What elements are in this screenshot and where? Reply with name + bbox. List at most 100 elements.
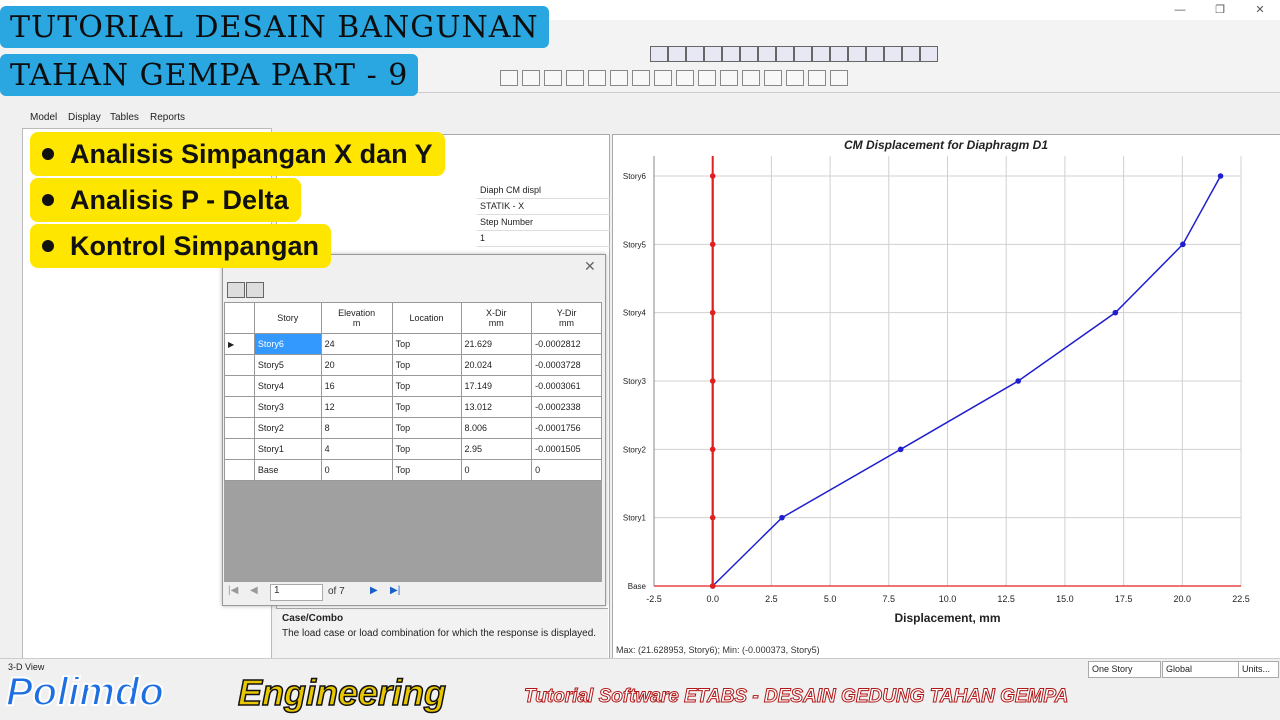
table-cell[interactable]: 16 xyxy=(320,375,393,397)
table-cell[interactable]: Top xyxy=(391,438,462,460)
toolbar-tool-icon[interactable] xyxy=(786,70,804,86)
toolbar-tool-icon[interactable] xyxy=(742,70,760,86)
table-cell[interactable]: 24 xyxy=(320,333,393,355)
column-header[interactable]: Story xyxy=(253,302,322,334)
table-cell[interactable]: Story1 xyxy=(253,438,322,460)
table-row[interactable]: Story2 8 Top 8.006 -0.0001756 xyxy=(224,417,602,439)
column-header[interactable]: Elevation m xyxy=(320,302,393,334)
table-cell[interactable]: Top xyxy=(391,354,462,376)
table-cell[interactable]: 13.012 xyxy=(460,396,533,418)
tab-model[interactable]: Model xyxy=(30,112,57,123)
toolbar-tool-icon[interactable] xyxy=(794,46,812,62)
toolbar-tool-icon[interactable] xyxy=(848,46,866,62)
tab-tables[interactable]: Tables xyxy=(110,112,139,123)
table-row[interactable]: Story5 20 Top 20.024 -0.0003728 xyxy=(224,354,602,376)
toolbar-tool-icon[interactable] xyxy=(500,70,518,86)
table-cell[interactable]: 0 xyxy=(531,459,602,481)
row-selector[interactable] xyxy=(224,417,255,439)
table-cell[interactable]: Story6 xyxy=(253,333,322,355)
toolbar-tool-icon[interactable] xyxy=(722,46,740,62)
toolbar-tool-icon[interactable] xyxy=(544,70,562,86)
minimize-button[interactable]: — xyxy=(1166,2,1194,18)
toolbar-tool-icon[interactable] xyxy=(812,46,830,62)
first-record-icon[interactable]: |◀ xyxy=(228,585,238,596)
toolbar-tool-icon[interactable] xyxy=(740,46,758,62)
table-cell[interactable]: -0.0002812 xyxy=(531,333,602,355)
table-row[interactable]: ▶ Story6 24 Top 21.629 -0.0002812 xyxy=(224,333,602,355)
table-row[interactable]: Base 0 Top 0 0 xyxy=(224,459,602,481)
toolbar-tool-icon[interactable] xyxy=(698,70,716,86)
table-cell[interactable]: Base xyxy=(253,459,322,481)
toolbar-tool-icon[interactable] xyxy=(720,70,738,86)
toolbar-tool-icon[interactable] xyxy=(704,46,722,62)
row-selector[interactable]: ▶ xyxy=(224,333,255,355)
table-row[interactable]: Story1 4 Top 2.95 -0.0001505 xyxy=(224,438,602,460)
toolbar-tool-icon[interactable] xyxy=(588,70,606,86)
close-button[interactable]: ✕ xyxy=(1246,2,1274,18)
table-cell[interactable]: 0 xyxy=(460,459,533,481)
table-cell[interactable]: -0.0003061 xyxy=(531,375,602,397)
table-cell[interactable]: 0 xyxy=(320,459,393,481)
toolbar-tool-icon[interactable] xyxy=(776,46,794,62)
close-icon[interactable]: ✕ xyxy=(584,258,596,275)
toolbar-tool-icon[interactable] xyxy=(676,70,694,86)
restore-button[interactable]: ❐ xyxy=(1206,2,1234,18)
prop-value-step-type[interactable]: Step Number xyxy=(477,215,610,231)
table-cell[interactable]: Top xyxy=(391,396,462,418)
table-cell[interactable]: 8.006 xyxy=(460,417,533,439)
toolbar-tool-icon[interactable] xyxy=(884,46,902,62)
column-header[interactable]: Location xyxy=(391,302,462,334)
table-cell[interactable]: Top xyxy=(391,333,462,355)
table-cell[interactable]: Top xyxy=(391,417,462,439)
toolbar-tool-icon[interactable] xyxy=(610,70,628,86)
table-row[interactable]: Story3 12 Top 13.012 -0.0002338 xyxy=(224,396,602,418)
prop-value-step[interactable]: 1 xyxy=(477,231,610,247)
column-header[interactable]: X-Dir mm xyxy=(460,302,533,334)
toolbar-tool-icon[interactable] xyxy=(758,46,776,62)
toolbar-tool-icon[interactable] xyxy=(866,46,884,62)
row-selector[interactable] xyxy=(224,354,255,376)
toolbar-tool-icon[interactable] xyxy=(668,46,686,62)
row-selector[interactable] xyxy=(224,438,255,460)
table-cell[interactable]: -0.0003728 xyxy=(531,354,602,376)
row-selector[interactable] xyxy=(224,459,255,481)
toolbar-tool-icon[interactable] xyxy=(808,70,826,86)
table-cell[interactable]: 4 xyxy=(320,438,393,460)
tab-reports[interactable]: Reports xyxy=(150,112,185,123)
table-cell[interactable]: 17.149 xyxy=(460,375,533,397)
table-cell[interactable]: 12 xyxy=(320,396,393,418)
table-row[interactable]: Story4 16 Top 17.149 -0.0003061 xyxy=(224,375,602,397)
row-selector[interactable] xyxy=(224,396,255,418)
toolbar-tool-icon[interactable] xyxy=(566,70,584,86)
table-cell[interactable]: -0.0002338 xyxy=(531,396,602,418)
table-cell[interactable]: 2.95 xyxy=(460,438,533,460)
prev-record-icon[interactable]: ◀ xyxy=(250,585,258,596)
table-cell[interactable]: Story2 xyxy=(253,417,322,439)
table-cell[interactable]: 20.024 xyxy=(460,354,533,376)
table-cell[interactable]: 8 xyxy=(320,417,393,439)
toolbar-tool-icon[interactable] xyxy=(920,46,938,62)
column-header[interactable]: Y-Dir mm xyxy=(531,302,602,334)
toolbar-tool-icon[interactable] xyxy=(654,70,672,86)
table-cell[interactable]: Story3 xyxy=(253,396,322,418)
table-cell[interactable]: Story5 xyxy=(253,354,322,376)
toolbar-tool-icon[interactable] xyxy=(830,46,848,62)
prop-value-case[interactable]: STATIK - X xyxy=(477,199,610,215)
toolbar-tool-icon[interactable] xyxy=(522,70,540,86)
last-record-icon[interactable]: ▶| xyxy=(390,585,400,596)
next-record-icon[interactable]: ▶ xyxy=(370,585,378,596)
table-cell[interactable]: 21.629 xyxy=(460,333,533,355)
toolbar-tool-icon[interactable] xyxy=(830,70,848,86)
table-cell[interactable]: -0.0001756 xyxy=(531,417,602,439)
table-cell[interactable]: -0.0001505 xyxy=(531,438,602,460)
table-cell[interactable]: 20 xyxy=(320,354,393,376)
row-selector[interactable] xyxy=(224,375,255,397)
tab-display[interactable]: Display xyxy=(68,112,101,123)
toolbar-tool-icon[interactable] xyxy=(902,46,920,62)
export-excel-icon[interactable] xyxy=(227,282,245,298)
export-table-icon[interactable] xyxy=(246,282,264,298)
toolbar-tool-icon[interactable] xyxy=(686,46,704,62)
table-cell[interactable]: Top xyxy=(391,375,462,397)
record-input[interactable]: 1 xyxy=(270,584,323,601)
toolbar-tool-icon[interactable] xyxy=(764,70,782,86)
